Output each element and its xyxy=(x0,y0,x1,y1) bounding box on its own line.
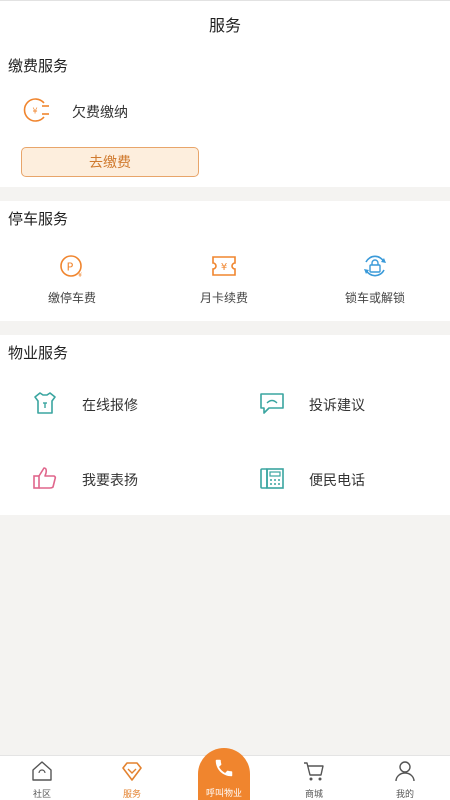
section-title-parking: 停车服务 xyxy=(8,210,69,228)
tab-mall[interactable]: 商城 xyxy=(284,760,344,800)
go-pay-button[interactable]: 去缴费 xyxy=(21,147,199,177)
call-property-button[interactable]: 呼叫物业 xyxy=(198,748,250,800)
payment-section: 缴费服务 ¥ 欠费缴纳 去缴费 xyxy=(0,47,450,187)
top-bar: 服务 xyxy=(0,0,450,47)
parking-fee-item[interactable]: P ¥ 缴停车费 xyxy=(12,253,132,306)
repair-icon xyxy=(32,390,58,420)
complaint-icon xyxy=(259,390,285,420)
page-title: 服务 xyxy=(208,16,241,35)
praise-item[interactable]: 我要表扬 xyxy=(32,465,138,495)
monthly-card-label: 月卡续费 xyxy=(199,291,248,305)
cart-icon xyxy=(303,760,325,786)
complaint-label: 投诉建议 xyxy=(309,398,365,414)
phone-icon xyxy=(213,757,235,783)
home-icon xyxy=(31,760,53,786)
service-icon xyxy=(121,760,143,786)
property-section: 物业服务 在线报修 投诉建议 我要表扬 便民电话 xyxy=(0,335,450,515)
car-lock-label: 锁车或解锁 xyxy=(344,291,405,305)
svg-text:P: P xyxy=(67,261,74,274)
tab-service-label: 服务 xyxy=(122,790,141,800)
online-repair-label: 在线报修 xyxy=(82,398,138,414)
convenience-phone-item[interactable]: 便民电话 xyxy=(259,465,365,495)
praise-label: 我要表扬 xyxy=(82,473,138,489)
thumbs-up-icon xyxy=(32,465,58,495)
svg-text:¥: ¥ xyxy=(221,262,227,273)
tab-mall-label: 商城 xyxy=(304,790,323,800)
tab-community-label: 社区 xyxy=(32,790,51,800)
arrears-payment-row: ¥ 欠费缴纳 xyxy=(22,97,128,127)
svg-text:¥: ¥ xyxy=(32,107,37,116)
car-lock-item[interactable]: 锁车或解锁 xyxy=(315,253,435,306)
tab-mine-label: 我的 xyxy=(395,790,414,800)
car-lock-icon xyxy=(361,253,389,283)
online-repair-item[interactable]: 在线报修 xyxy=(32,390,138,420)
tab-mine[interactable]: 我的 xyxy=(375,760,435,800)
section-title-property: 物业服务 xyxy=(8,344,69,362)
tab-community[interactable]: 社区 xyxy=(12,760,72,800)
tab-service[interactable]: 服务 xyxy=(102,760,162,800)
complaint-item[interactable]: 投诉建议 xyxy=(259,390,365,420)
parking-fee-label: 缴停车费 xyxy=(47,291,96,305)
phone-directory-icon xyxy=(259,465,285,495)
user-icon xyxy=(394,760,416,786)
yuan-coin-icon: ¥ xyxy=(22,97,52,127)
monthly-card-renewal-item[interactable]: ¥ 月卡续费 xyxy=(164,253,284,306)
parking-fee-icon: P ¥ xyxy=(58,253,86,283)
call-property-label: 呼叫物业 xyxy=(205,789,242,799)
section-title-payment: 缴费服务 xyxy=(8,57,69,75)
convenience-phone-label: 便民电话 xyxy=(309,473,365,489)
parking-section: 停车服务 P ¥ 缴停车费 ¥ 月卡续费 锁车或解锁 xyxy=(0,201,450,321)
ticket-icon: ¥ xyxy=(210,253,238,283)
arrears-label: 欠费缴纳 xyxy=(72,105,128,121)
svg-text:¥: ¥ xyxy=(78,272,82,279)
